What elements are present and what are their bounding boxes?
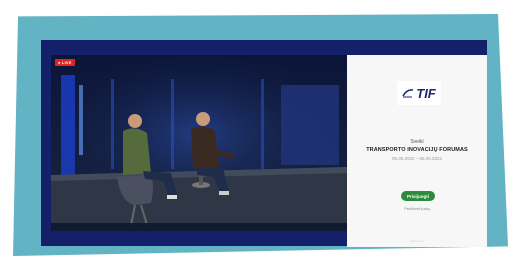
- join-button[interactable]: Prisijungti: [401, 191, 435, 201]
- logo-swoosh-icon: [402, 89, 414, 98]
- live-badge: ● LIVE: [55, 59, 75, 66]
- live-video-player[interactable]: ● LIVE: [51, 55, 347, 231]
- secondary-link[interactable]: Peržiūrėti įrašą: [347, 207, 487, 211]
- event-sidebar: TIF Sveiki TRANSPORTO INOVACIJŲ FORUMAS …: [347, 55, 487, 247]
- event-platform-window: ● LIVE TIF Sveiki TRANSPORTO INOVACIJŲ F…: [41, 40, 487, 247]
- sidebar-footer: Powered by: [410, 240, 424, 243]
- video-scene: [51, 55, 347, 231]
- event-dates: 05.05.2022 – 06.05.2022: [391, 156, 443, 161]
- greeting-text: Sveiki: [410, 139, 424, 145]
- event-title: TRANSPORTO INOVACIJŲ FORUMAS: [366, 147, 468, 153]
- logo-text: TIF: [416, 85, 436, 101]
- event-logo: TIF: [397, 81, 441, 105]
